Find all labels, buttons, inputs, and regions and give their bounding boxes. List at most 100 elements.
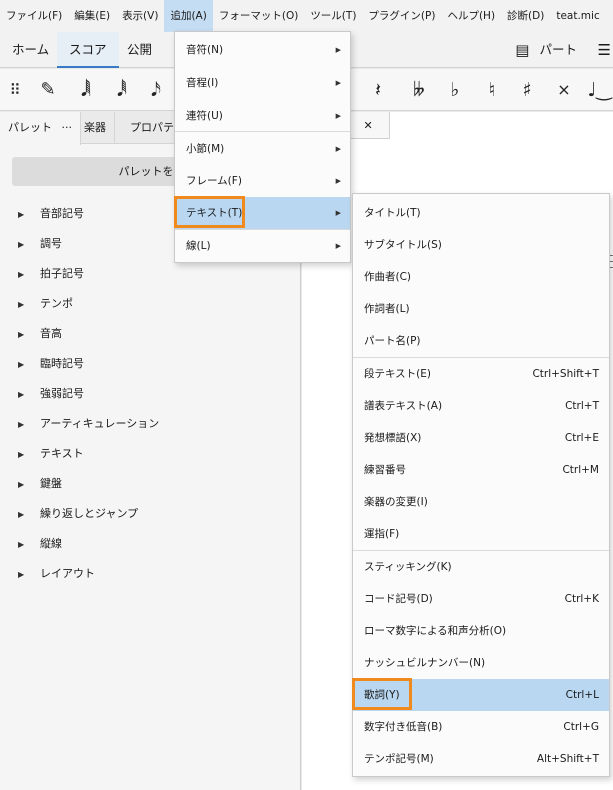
menu-item-label: 線(L): [186, 240, 211, 252]
menu-item-intervals[interactable]: 音程(I) ▶: [175, 67, 350, 99]
submenu-item-title[interactable]: タイトル(T): [353, 197, 609, 229]
menu-item-label: 音程(I): [186, 77, 219, 89]
menu-file[interactable]: ファイル(F): [0, 0, 68, 32]
palette-item-key-signatures[interactable]: ▶ 調号: [18, 229, 62, 259]
palette-item-articulations[interactable]: ▶ アーティキュレーション: [18, 409, 159, 439]
thirty-second-note-icon[interactable]: 𝅘𝅥𝅱: [108, 69, 136, 111]
expand-arrow-icon: ▶: [18, 420, 25, 429]
close-icon[interactable]: ✕: [364, 119, 373, 132]
expand-arrow-icon: ▶: [18, 270, 25, 279]
expand-arrow-icon: ▶: [18, 240, 25, 249]
palette-item-text[interactable]: ▶ テキスト: [18, 439, 84, 469]
menu-item-notes[interactable]: 音符(N) ▶: [175, 34, 350, 66]
palette-item-tempo[interactable]: ▶ テンポ: [18, 289, 73, 319]
menu-view[interactable]: 表示(V): [116, 0, 164, 32]
palette-item-accidentals[interactable]: ▶ 臨時記号: [18, 349, 84, 379]
palette-item-label: 鍵盤: [40, 477, 62, 490]
palette-item-barlines[interactable]: ▶ 縦線: [18, 529, 62, 559]
grip-icon[interactable]: ⠿: [1, 69, 29, 111]
menu-item-lines[interactable]: 線(L) ▶: [175, 230, 350, 262]
tab-publish[interactable]: 公開: [115, 32, 164, 68]
palette-item-repeats-jumps[interactable]: ▶ 繰り返しとジャンプ: [18, 499, 138, 529]
sixty-fourth-note-icon[interactable]: 𝅘𝅥𝅲: [72, 69, 100, 111]
submenu-item-label: 発想標語(X): [364, 432, 422, 444]
palette-item-dynamics[interactable]: ▶ 強弱記号: [18, 379, 84, 409]
submenu-item-fingering[interactable]: 運指(F): [353, 518, 609, 550]
submenu-item-sticking[interactable]: スティッキング(K): [353, 551, 609, 583]
palette-item-clefs[interactable]: ▶ 音部記号: [18, 199, 84, 229]
menu-tools[interactable]: ツール(T): [304, 0, 362, 32]
submenu-item-label: 運指(F): [364, 528, 400, 540]
menu-item-measures[interactable]: 小節(M) ▶: [175, 133, 350, 165]
palette-item-label: レイアウト: [40, 567, 95, 580]
submenu-item-label: 楽器の変更(I): [364, 496, 428, 508]
menu-item-tuplets[interactable]: 連符(U) ▶: [175, 100, 350, 132]
submenu-item-rehearsal-mark[interactable]: 練習番号 Ctrl+M: [353, 454, 609, 486]
menu-add[interactable]: 追加(A): [164, 0, 213, 32]
expand-arrow-icon: ▶: [18, 330, 25, 339]
menu-item-text[interactable]: テキスト(T) ▶: [175, 197, 350, 229]
submenu-item-tempo-marking[interactable]: テンポ記号(M) Alt+Shift+T: [353, 743, 609, 775]
tab-palette[interactable]: パレット ···: [0, 112, 81, 145]
sixteenth-note-icon[interactable]: 𝅘𝅥𝅯: [142, 69, 170, 111]
submenu-item-label: 譜表テキスト(A): [364, 400, 443, 412]
tab-score[interactable]: スコア: [57, 32, 119, 68]
palette-item-keyboard[interactable]: ▶ 鍵盤: [18, 469, 62, 499]
menu-help[interactable]: ヘルプ(H): [441, 0, 501, 32]
submenu-item-label: テンポ記号(M): [364, 753, 434, 765]
palette-item-label: 調号: [40, 237, 62, 250]
submenu-item-figured-bass[interactable]: 数字付き低音(B) Ctrl+G: [353, 711, 609, 743]
tie-icon[interactable]: ♩‿: [586, 69, 613, 111]
submenu-item-nashville-number[interactable]: ナッシュビルナンバー(N): [353, 647, 609, 679]
palette-item-label: 強弱記号: [40, 387, 84, 400]
submenu-item-subtitle[interactable]: サブタイトル(S): [353, 229, 609, 261]
submenu-item-label: ナッシュビルナンバー(N): [364, 657, 486, 669]
tab-home[interactable]: ホーム: [0, 32, 61, 68]
submenu-item-chord-symbol[interactable]: コード記号(D) Ctrl+K: [353, 583, 609, 615]
submenu-item-lyrics[interactable]: 歌詞(Y) Ctrl+L: [353, 679, 609, 711]
submenu-item-instrument-change[interactable]: 楽器の変更(I): [353, 486, 609, 518]
double-flat-icon[interactable]: 𝄫: [405, 69, 433, 111]
submenu-item-label: ローマ数字による和声分析(O): [364, 625, 507, 637]
submenu-arrow-icon: ▶: [335, 209, 341, 217]
flat-icon[interactable]: ♭: [441, 69, 469, 111]
expand-arrow-icon: ▶: [18, 510, 25, 519]
submenu-item-system-text[interactable]: 段テキスト(E) Ctrl+Shift+T: [353, 358, 609, 390]
tab-instruments[interactable]: 楽器: [76, 112, 115, 144]
menu-format[interactable]: フォーマット(O): [213, 0, 304, 32]
expand-arrow-icon: ▶: [18, 540, 25, 549]
rest-icon[interactable]: 𝄽: [364, 69, 392, 111]
palette-item-label: 繰り返しとジャンプ: [40, 507, 139, 520]
submenu-item-lyricist[interactable]: 作詞者(L): [353, 293, 609, 325]
palette-item-pitch[interactable]: ▶ 音高: [18, 319, 62, 349]
submenu-item-label: 練習番号: [364, 464, 406, 476]
sharp-icon[interactable]: ♯: [513, 69, 541, 111]
palette-item-time-signatures[interactable]: ▶ 拍子記号: [18, 259, 84, 289]
submenu-item-composer[interactable]: 作曲者(C): [353, 261, 609, 293]
expand-arrow-icon: ▶: [18, 390, 25, 399]
shortcut-text: Alt+Shift+T: [536, 753, 599, 765]
menu-diagnostic[interactable]: 診断(D): [501, 0, 550, 32]
natural-icon[interactable]: ♮: [478, 69, 506, 111]
submenu-item-roman-numeral[interactable]: ローマ数字による和声分析(O): [353, 615, 609, 647]
parts-button[interactable]: ▤ パート: [515, 32, 577, 68]
submenu-item-part-name[interactable]: パート名(P): [353, 325, 609, 357]
submenu-item-staff-text[interactable]: 譜表テキスト(A) Ctrl+T: [353, 390, 609, 422]
double-sharp-icon[interactable]: ×: [550, 69, 578, 111]
palette-item-label: 拍子記号: [40, 267, 84, 280]
menu-plugins[interactable]: プラグイン(P): [362, 0, 441, 32]
palette-more-icon[interactable]: ···: [62, 121, 73, 134]
submenu-item-label: スティッキング(K): [364, 561, 452, 573]
menu-item-frames[interactable]: フレーム(F) ▶: [175, 165, 350, 197]
mixer-icon[interactable]: ☰: [598, 32, 611, 68]
pencil-icon[interactable]: ✎: [34, 69, 62, 111]
palette-item-layout[interactable]: ▶ レイアウト: [18, 559, 95, 589]
expand-arrow-icon: ▶: [18, 450, 25, 459]
menu-edit[interactable]: 編集(E): [68, 0, 116, 32]
submenu-item-expression[interactable]: 発想標語(X) Ctrl+E: [353, 422, 609, 454]
submenu-item-label: 作曲者(C): [364, 271, 412, 283]
menu-item-label: 小節(M): [186, 143, 225, 155]
parts-icon: ▤: [515, 41, 530, 59]
submenu-item-label: 数字付き低音(B): [364, 721, 443, 733]
submenu-arrow-icon: ▶: [335, 177, 341, 185]
